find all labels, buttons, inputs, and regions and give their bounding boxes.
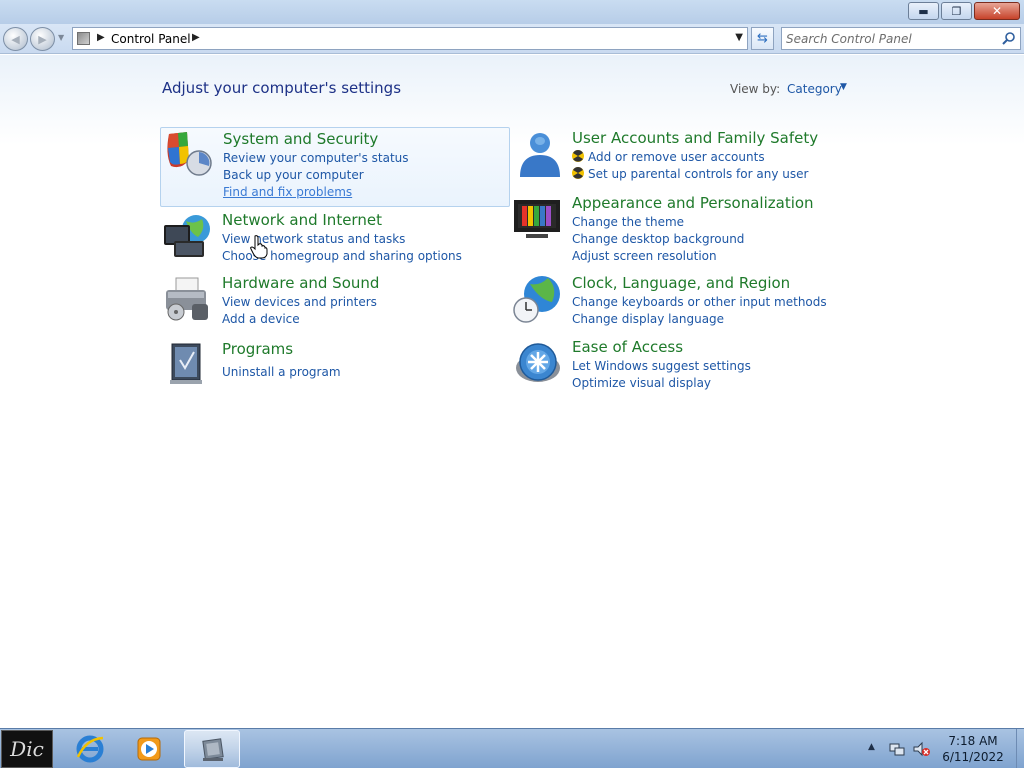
category-title[interactable]: Network and Internet <box>222 211 382 229</box>
category-system-security[interactable]: System and Security Review your computer… <box>160 127 510 207</box>
user-icon <box>520 133 560 177</box>
refresh-button[interactable]: ⇆ <box>751 27 774 50</box>
close-button[interactable]: ✕ <box>974 2 1020 20</box>
category-clock-language-region[interactable]: Clock, Language, and Region Change keybo… <box>510 272 850 332</box>
category-title[interactable]: Hardware and Sound <box>222 274 379 292</box>
clock-time[interactable]: 7:18 AM <box>930 734 1016 748</box>
internet-explorer-icon <box>76 735 104 763</box>
maximize-button[interactable]: ❐ <box>941 2 972 20</box>
clock-date[interactable]: 6/11/2022 <box>930 750 1016 764</box>
monitor-icon <box>514 200 560 238</box>
link-uninstall-program[interactable]: Uninstall a program <box>222 364 341 381</box>
back-button[interactable]: ◀ <box>3 27 28 51</box>
forward-button[interactable]: ▶ <box>30 27 55 51</box>
view-by-dropdown[interactable]: Category <box>787 82 842 96</box>
link-change-display-language[interactable]: Change display language <box>572 311 827 328</box>
network-globe-icon <box>164 215 210 257</box>
forward-arrow-icon: ▶ <box>38 32 47 46</box>
category-hardware-sound[interactable]: Hardware and Sound View devices and prin… <box>160 272 510 332</box>
control-panel-icon <box>77 32 90 45</box>
window-controls: ▬ ❐ ✕ <box>906 2 1020 20</box>
show-hidden-icons-chevron-up-icon[interactable]: ▲ <box>868 742 875 752</box>
category-title[interactable]: User Accounts and Family Safety <box>572 129 818 147</box>
taskbar-media-player[interactable] <box>121 730 177 768</box>
taskbar: Dic ▲ 7:18 AM 6/11/2022 <box>0 728 1024 768</box>
minimize-icon: ▬ <box>918 4 929 18</box>
link-windows-suggest-settings[interactable]: Let Windows suggest settings <box>572 358 751 375</box>
category-title[interactable]: Ease of Access <box>572 338 683 356</box>
link-change-desktop-background[interactable]: Change desktop background <box>572 231 744 248</box>
category-title[interactable]: System and Security <box>223 130 378 148</box>
link-view-devices-printers[interactable]: View devices and printers <box>222 294 377 311</box>
refresh-icon: ⇆ <box>757 31 768 46</box>
uac-shield-icon <box>572 150 584 162</box>
navigation-bar: ◀ ▶ ▼ ▶ Control Panel ▶ ▼ ⇆ <box>0 24 1024 54</box>
search-input[interactable] <box>786 31 996 47</box>
link-add-device[interactable]: Add a device <box>222 311 377 328</box>
link-add-remove-accounts[interactable]: Add or remove user accounts <box>572 149 808 166</box>
category-user-accounts[interactable]: User Accounts and Family Safety Add or r… <box>510 127 850 187</box>
taskbar-control-panel[interactable] <box>184 730 240 768</box>
hand-pointer-icon <box>250 235 268 259</box>
ease-of-access-icon <box>516 343 560 382</box>
link-back-up-computer[interactable]: Back up your computer <box>223 167 409 184</box>
volume-muted-icon[interactable] <box>913 741 931 757</box>
close-icon: ✕ <box>991 4 1003 18</box>
breadcrumb-chevron-icon[interactable]: ▶ <box>97 32 105 43</box>
link-adjust-resolution[interactable]: Adjust screen resolution <box>572 248 744 265</box>
show-desktop-button[interactable] <box>1016 729 1024 768</box>
category-ease-of-access[interactable]: Ease of Access Let Windows suggest setti… <box>510 336 850 396</box>
printer-icon <box>166 277 208 321</box>
back-arrow-icon: ◀ <box>11 32 20 46</box>
link-label: Set up parental controls for any user <box>588 167 809 181</box>
uac-shield-icon <box>572 167 584 179</box>
programs-icon <box>170 343 202 384</box>
link-find-fix-problems[interactable]: Find and fix problems <box>223 184 409 201</box>
recent-pages-dropdown-icon[interactable]: ▼ <box>58 33 64 42</box>
globe-clock-icon <box>513 276 560 323</box>
media-player-icon <box>137 737 161 761</box>
control-panel-content: Adjust your computer's settings View by:… <box>0 55 1024 728</box>
link-parental-controls[interactable]: Set up parental controls for any user <box>572 166 808 183</box>
control-panel-icon <box>202 738 224 761</box>
search-box[interactable] <box>781 27 1021 50</box>
breadcrumb-control-panel[interactable]: Control Panel <box>111 32 191 46</box>
category-programs[interactable]: Programs Uninstall a program <box>160 338 510 388</box>
category-appearance[interactable]: Appearance and Personalization Change th… <box>510 192 850 265</box>
category-title[interactable]: Clock, Language, and Region <box>572 274 790 292</box>
maximize-icon: ❐ <box>951 4 962 18</box>
link-label: Add or remove user accounts <box>588 150 765 164</box>
minimize-button[interactable]: ▬ <box>908 2 939 20</box>
shield-icon <box>167 132 212 176</box>
taskbar-internet-explorer[interactable] <box>62 730 118 768</box>
title-bar: ▬ ❐ ✕ <box>0 0 1024 24</box>
page-title: Adjust your computer's settings <box>162 79 402 97</box>
link-change-keyboards[interactable]: Change keyboards or other input methods <box>572 294 827 311</box>
search-icon[interactable] <box>1001 31 1016 46</box>
breadcrumb-chevron-icon[interactable]: ▶ <box>192 32 200 43</box>
link-review-computer-status[interactable]: Review your computer's status <box>223 150 409 167</box>
category-title[interactable]: Programs <box>222 340 293 358</box>
network-tray-icon[interactable] <box>889 741 905 757</box>
start-button[interactable]: Dic <box>1 730 53 768</box>
address-bar[interactable]: ▶ Control Panel ▶ ▼ <box>72 27 748 50</box>
category-title[interactable]: Appearance and Personalization <box>572 194 814 212</box>
link-optimize-visual-display[interactable]: Optimize visual display <box>572 375 751 392</box>
link-change-theme[interactable]: Change the theme <box>572 214 744 231</box>
category-network-internet[interactable]: Network and Internet View network status… <box>160 209 510 269</box>
view-by-chevron-down-icon[interactable]: ▼ <box>840 82 847 92</box>
view-by-label: View by: <box>730 82 781 96</box>
address-dropdown-icon[interactable]: ▼ <box>735 32 743 43</box>
